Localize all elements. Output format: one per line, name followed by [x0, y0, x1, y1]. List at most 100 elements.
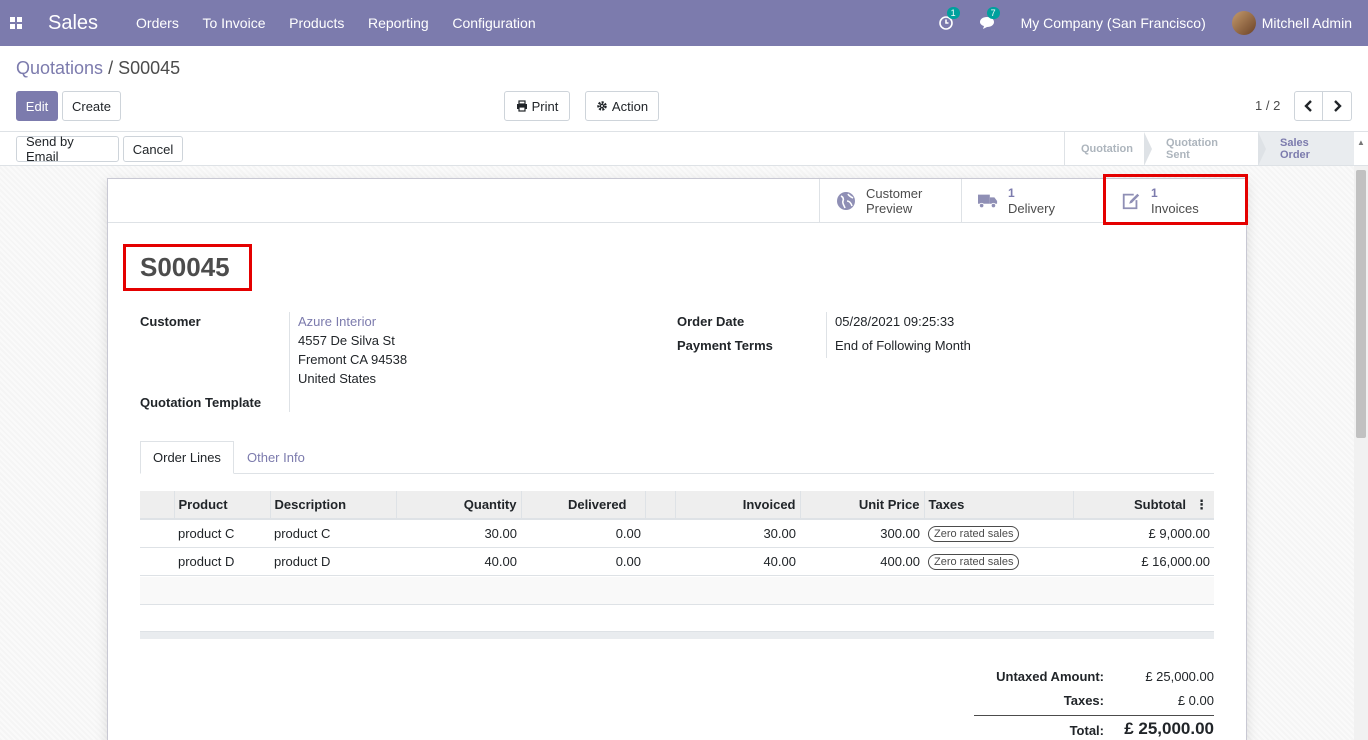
- chevron-left-icon: [1303, 100, 1312, 112]
- truck-icon: [978, 193, 998, 209]
- table-row[interactable]: product C product C 30.00 0.00 30.00 300…: [140, 519, 1214, 548]
- company-switcher[interactable]: My Company (San Francisco): [1021, 15, 1206, 31]
- top-navbar: Sales Orders To Invoice Products Reporti…: [0, 0, 1368, 46]
- customer-preview-line1: Customer: [866, 186, 923, 201]
- unit-price-header[interactable]: Unit Price: [799, 491, 924, 520]
- taxes-cell[interactable]: Zero rated sales: [924, 519, 1073, 548]
- step-sales-order[interactable]: Sales Order: [1258, 132, 1354, 165]
- breadcrumb-separator: /: [108, 58, 114, 78]
- untaxed-amount-value: £ 25,000.00: [1145, 669, 1214, 684]
- scroll-up-arrow-icon[interactable]: ▲: [1357, 138, 1365, 147]
- apps-menu-button[interactable]: [0, 0, 32, 46]
- taxes-value: £ 0.00: [1177, 693, 1214, 708]
- status-steps: Quotation Quotation Sent Sales Order: [1064, 132, 1354, 166]
- quantity-cell[interactable]: 30.00: [396, 519, 521, 548]
- step-sales-order-label: Sales Order: [1280, 136, 1310, 161]
- customer-preview-button[interactable]: Customer Preview: [819, 179, 961, 223]
- taxes-cell[interactable]: Zero rated sales: [924, 547, 1073, 576]
- breadcrumb-quotations[interactable]: Quotations: [16, 58, 103, 78]
- step-quotation-label: Quotation: [1081, 142, 1133, 155]
- customer-label: Customer: [140, 314, 201, 329]
- quotation-template-label: Quotation Template: [140, 395, 262, 410]
- customer-preview-text: Customer Preview: [866, 186, 922, 216]
- action-button[interactable]: Action: [585, 91, 659, 121]
- column-options-icon[interactable]: ⋮: [1195, 497, 1208, 513]
- product-header[interactable]: Product: [173, 491, 270, 520]
- smart-button-box: Customer Preview 1 Delivery 1 Invoices: [108, 179, 1246, 223]
- unit-price-cell[interactable]: 400.00: [800, 547, 924, 576]
- pager-next-button[interactable]: [1323, 91, 1352, 121]
- total-label: Total:: [1069, 723, 1104, 738]
- delivered-header[interactable]: Delivered: [520, 491, 645, 520]
- activity-button[interactable]: 1: [938, 7, 960, 30]
- description-cell[interactable]: product D: [270, 547, 396, 576]
- edit-button[interactable]: Edit: [16, 91, 58, 121]
- delivered-cell[interactable]: 0.00: [521, 519, 645, 548]
- quantity-header[interactable]: Quantity: [395, 491, 521, 520]
- scrollbar-thumb[interactable]: [1356, 170, 1366, 438]
- invoiced-cell[interactable]: 30.00: [675, 519, 800, 548]
- table-footer: [140, 631, 1214, 639]
- customer-address-line3: United States: [298, 371, 377, 386]
- untaxed-amount-label: Untaxed Amount:: [996, 669, 1104, 684]
- menu-configuration[interactable]: Configuration: [452, 15, 535, 31]
- subtotal-cell: £ 9,000.00: [1073, 519, 1214, 548]
- delivered-cell[interactable]: 0.00: [521, 547, 645, 576]
- step-quotation[interactable]: Quotation: [1065, 132, 1152, 166]
- quantity-cell[interactable]: 40.00: [396, 547, 521, 576]
- tab-other-info[interactable]: Other Info: [235, 441, 317, 474]
- menu-orders[interactable]: Orders: [136, 15, 179, 31]
- invoiced-cell[interactable]: 40.00: [675, 547, 800, 576]
- pager-previous-button[interactable]: [1294, 91, 1323, 121]
- menu-products[interactable]: Products: [289, 15, 344, 31]
- tab-order-lines[interactable]: Order Lines: [140, 441, 234, 474]
- title-highlight-box: [123, 244, 252, 291]
- user-name: Mitchell Admin: [1261, 15, 1352, 31]
- empty-table-row: [140, 577, 1214, 605]
- tax-tag: Zero rated sales: [928, 553, 1020, 570]
- subtotal-header[interactable]: Subtotal ⋮: [1072, 491, 1214, 520]
- invoiced-header[interactable]: Invoiced: [674, 491, 800, 520]
- delivery-button[interactable]: 1 Delivery: [961, 179, 1104, 223]
- user-menu[interactable]: Mitchell Admin: [1231, 11, 1352, 35]
- avatar: [1231, 11, 1256, 35]
- step-quotation-sent-label: Quotation Sent: [1166, 136, 1218, 161]
- form-sheet: Customer Preview 1 Delivery 1 Invoices S…: [107, 174, 1248, 740]
- description-cell[interactable]: product C: [270, 519, 396, 548]
- taxes-header[interactable]: Taxes: [923, 491, 1073, 520]
- messaging-button[interactable]: 7: [979, 7, 1000, 30]
- menu-to-invoice[interactable]: To Invoice: [202, 15, 265, 31]
- description-header[interactable]: Description: [269, 491, 396, 520]
- order-date-value: 05/28/2021 09:25:33: [835, 314, 955, 329]
- send-by-email-button[interactable]: Send by Email: [16, 134, 119, 164]
- customer-address-line1: 4557 De Silva St: [298, 333, 395, 348]
- navbar-systray: 1 7 My Company (San Francisco) Mitchell …: [938, 0, 1352, 46]
- scrollbar[interactable]: [1354, 166, 1368, 740]
- totals-divider: [974, 715, 1214, 716]
- table-header-row: Product Description Quantity Delivered I…: [140, 491, 1214, 520]
- payment-terms-value: End of Following Month: [835, 338, 971, 353]
- print-label: Print: [531, 98, 559, 114]
- product-cell[interactable]: product D: [174, 547, 270, 576]
- field-separator: [826, 312, 827, 358]
- pager-buttons: [1294, 91, 1352, 121]
- print-button[interactable]: Print: [504, 91, 570, 121]
- create-button[interactable]: Create: [62, 91, 121, 121]
- menu-reporting[interactable]: Reporting: [368, 15, 429, 31]
- app-name[interactable]: Sales: [48, 12, 98, 35]
- customer-link[interactable]: Azure Interior: [298, 314, 376, 329]
- chevron-right-icon: [1334, 100, 1342, 112]
- field-separator: [289, 312, 290, 412]
- breadcrumb-current: S00045: [118, 58, 181, 78]
- breadcrumb: Quotations / S00045: [16, 58, 180, 79]
- step-quotation-sent[interactable]: Quotation Sent: [1144, 132, 1266, 166]
- unit-price-cell[interactable]: 300.00: [800, 519, 924, 548]
- pager-value[interactable]: 1 / 2: [1255, 98, 1280, 113]
- apps-grid-icon: [10, 17, 22, 29]
- product-cell[interactable]: product C: [174, 519, 270, 548]
- print-icon: [516, 100, 527, 112]
- delivery-count: 1: [1008, 186, 1015, 200]
- table-row[interactable]: product D product D 40.00 0.00 40.00 400…: [140, 547, 1214, 576]
- cancel-button[interactable]: Cancel: [123, 136, 183, 162]
- total-value: £ 25,000.00: [1124, 719, 1214, 738]
